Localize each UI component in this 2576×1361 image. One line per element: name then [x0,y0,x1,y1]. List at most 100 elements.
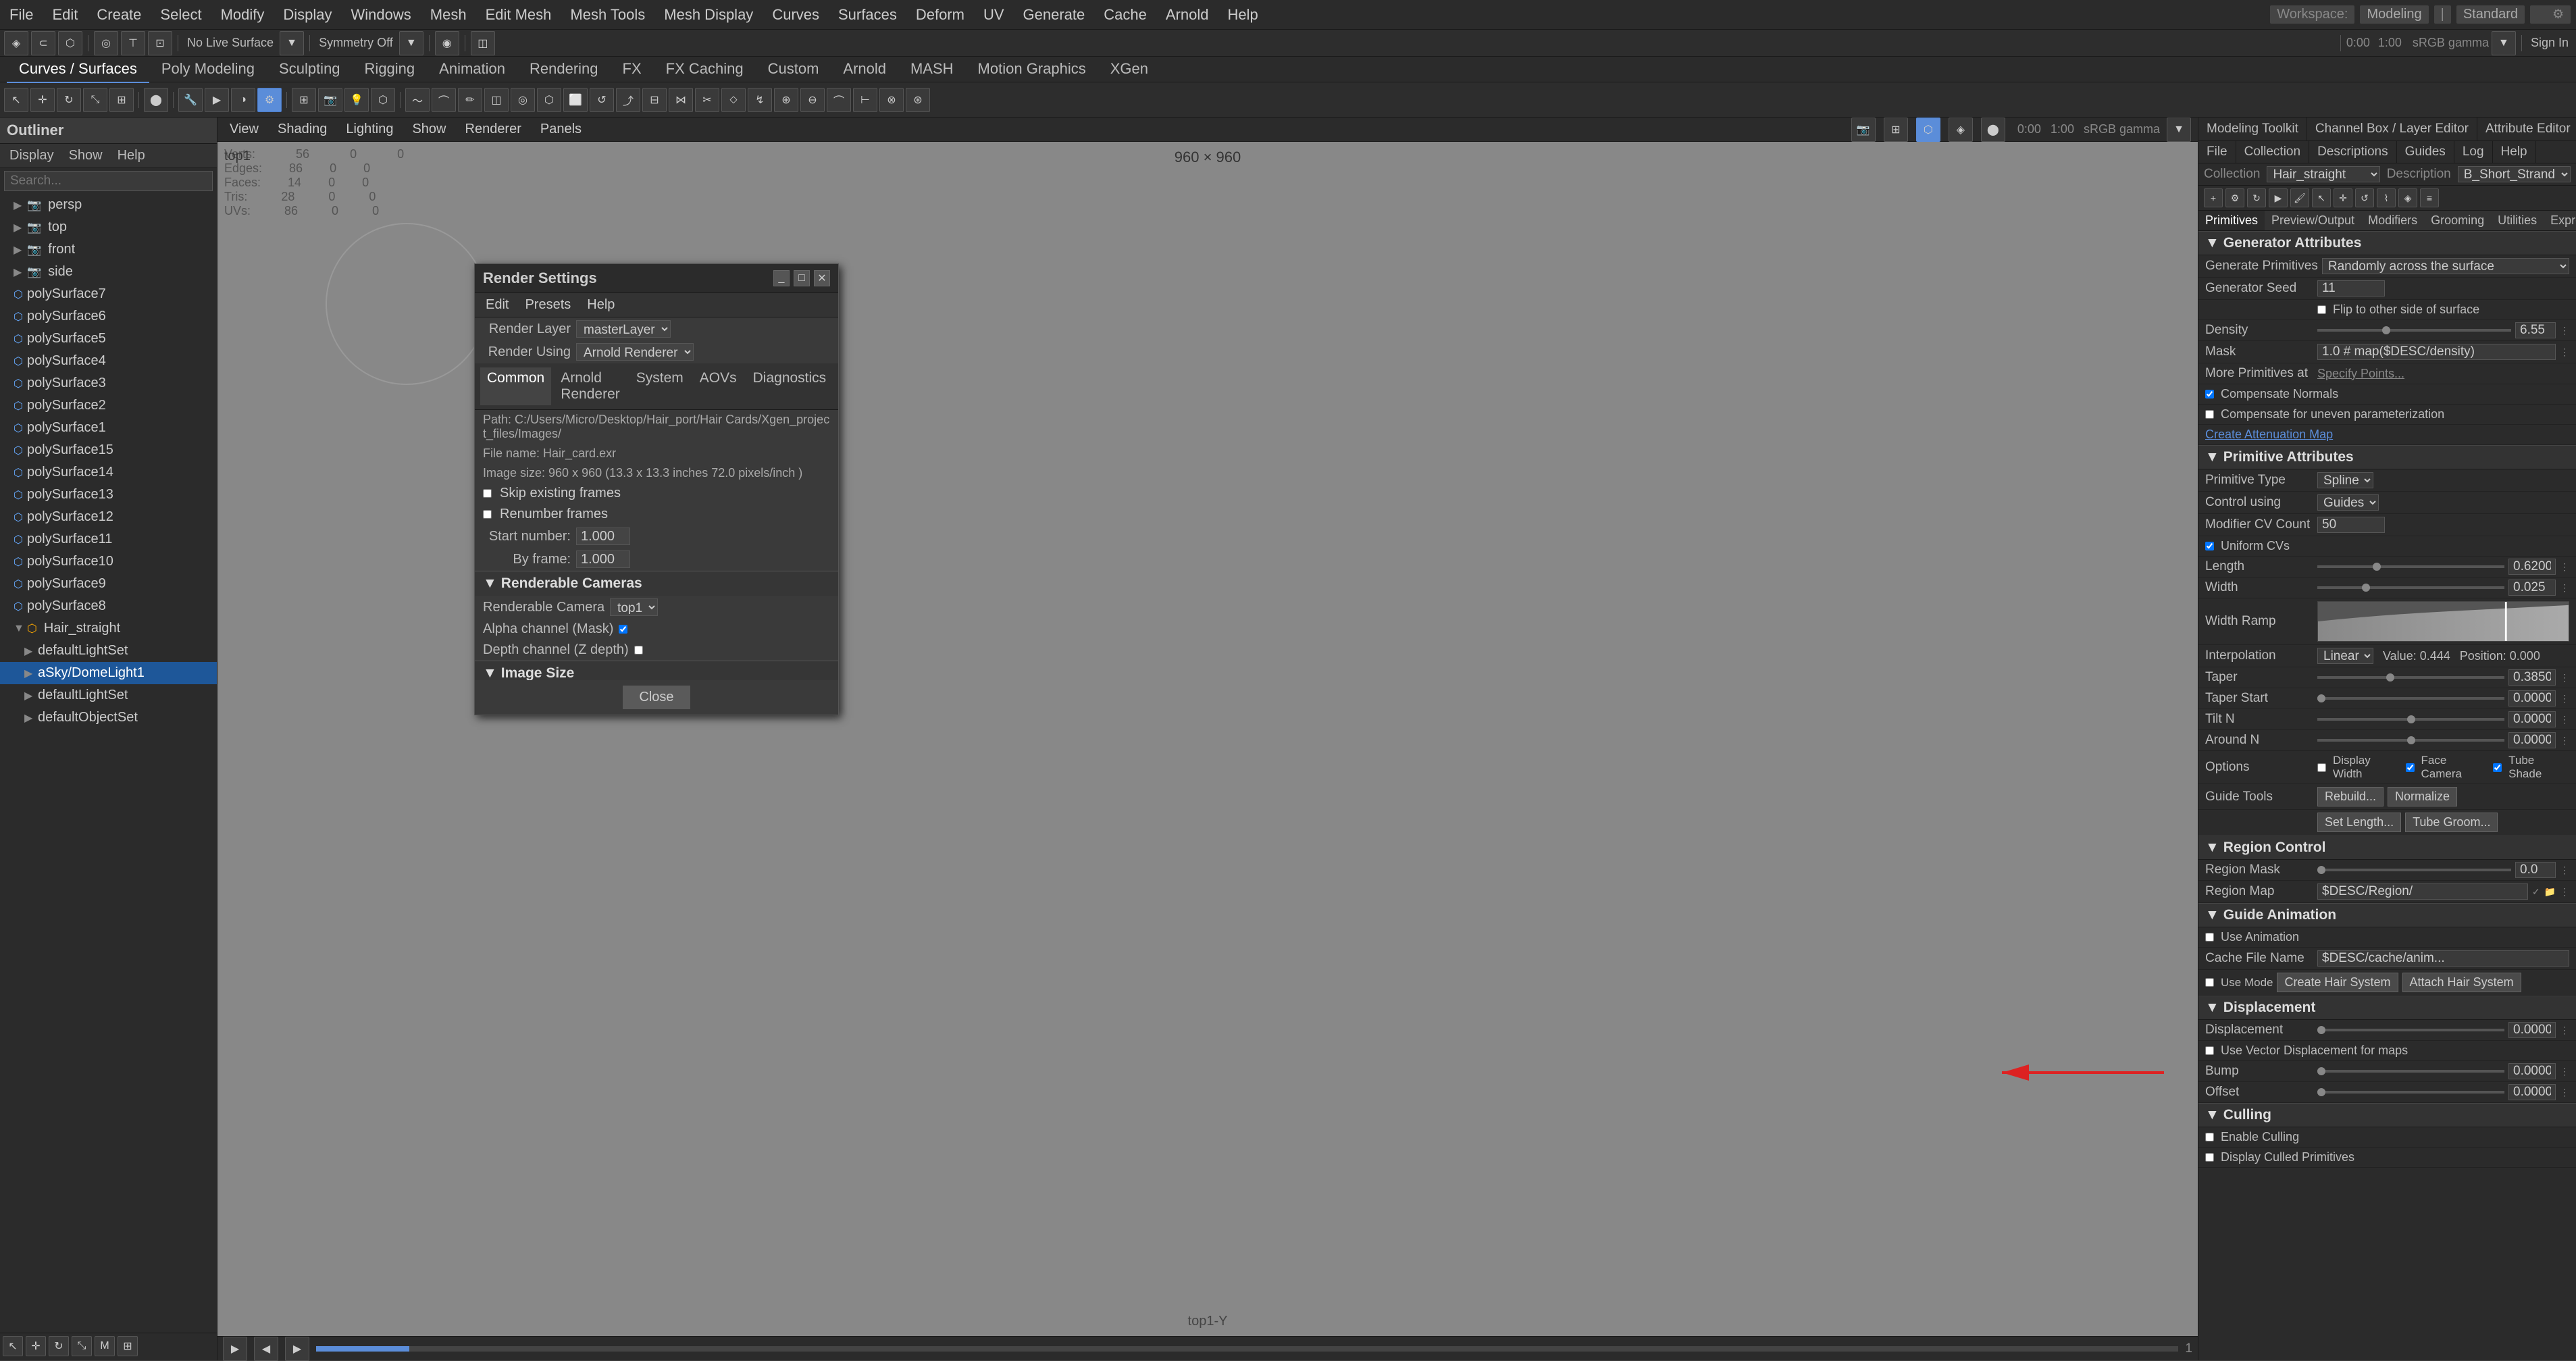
normalize-btn[interactable]: Normalize [2388,787,2457,806]
rp-tab-modeling[interactable]: Modeling Toolkit [2198,118,2307,140]
use-mode-checkbox[interactable] [2205,978,2214,987]
density-menu-icon[interactable]: ⋮ [2560,325,2569,336]
region-mask-slider[interactable] [2317,869,2511,871]
live-surface-btn[interactable]: ▼ [280,31,304,55]
xgen-tab-guides[interactable]: Guides [2397,141,2454,163]
tab-motion-graphics[interactable]: Motion Graphics [966,56,1098,83]
displacement-slider[interactable] [2317,1029,2504,1031]
bezier-icon[interactable]: ⌒ [432,88,456,112]
compensate-uneven-checkbox[interactable] [2205,410,2214,419]
prim-tab-modifiers[interactable]: Modifiers [2361,211,2424,230]
menu-deform[interactable]: Deform [912,5,969,25]
outliner-item-ps2[interactable]: ⬡polySurface2 [0,394,217,417]
workspace-value[interactable]: Modeling [2360,5,2428,24]
taper-input[interactable] [2508,669,2556,686]
outliner-icon6[interactable]: ⊞ [118,1336,138,1356]
outliner-item-side[interactable]: ▶📷side [0,261,217,283]
play-btn[interactable]: ▶ [223,1337,247,1361]
display-width-checkbox[interactable] [2317,763,2326,772]
region-map-icon1[interactable]: ✓ [2532,886,2540,898]
width-input[interactable] [2508,580,2556,596]
xform-constraint-btn[interactable]: ◫ [471,31,495,55]
more-primitives-link[interactable]: Specify Points... [2317,367,2404,381]
generator-attributes-section[interactable]: ▼ Generator Attributes [2198,231,2576,255]
light-icon[interactable]: 💡 [344,88,369,112]
detach-icon[interactable]: ⊖ [800,88,825,112]
vp-tab-panels[interactable]: Panels [534,119,588,140]
outliner-item-ps13[interactable]: ⬡polySurface13 [0,484,217,506]
set-length-btn[interactable]: Set Length... [2317,813,2401,832]
outliner-item-ps11[interactable]: ⬡polySurface11 [0,528,217,550]
menu-curves[interactable]: Curves [768,5,823,25]
width-ramp-canvas[interactable] [2317,601,2569,642]
outliner-item-front[interactable]: ▶📷front [0,238,217,261]
outliner-item-ps5[interactable]: ⬡polySurface5 [0,328,217,350]
tilt-n-menu-icon[interactable]: ⋮ [2560,714,2569,725]
xgen-refresh-icon[interactable]: ↻ [2247,188,2266,207]
offset-slider[interactable] [2317,1091,2504,1094]
mask-input[interactable] [2317,344,2556,360]
dlg-tab-common[interactable]: Common [480,367,551,405]
outliner-item-ps9[interactable]: ⬡polySurface9 [0,573,217,595]
select-icon[interactable]: ↖ [4,88,28,112]
outliner-icon3[interactable]: ↻ [49,1336,69,1356]
depth-channel-checkbox[interactable] [634,646,643,654]
tab-xgen[interactable]: XGen [1098,56,1160,83]
guide-animation-section[interactable]: ▼ Guide Animation [2198,903,2576,927]
outliner-item-top[interactable]: ▶📷top [0,216,217,238]
outliner-item-default-light-set[interactable]: ▶defaultLightSet [0,640,217,662]
alpha-channel-checkbox[interactable] [619,625,627,634]
tilt-n-input[interactable] [2508,711,2556,727]
vp-camera-icon[interactable]: 📷 [1851,118,1876,142]
create-atten-map-link[interactable]: Create Attenuation Map [2205,428,2333,442]
scale-icon[interactable]: ⤡ [83,88,107,112]
dialog-minimize-btn[interactable]: _ [773,270,790,286]
bump-slider[interactable] [2317,1070,2504,1073]
vp-tab-shading[interactable]: Shading [271,119,334,140]
menu-modify[interactable]: Modify [217,5,269,25]
render-layer-select[interactable]: masterLayer [576,320,671,338]
outliner-item-ps14[interactable]: ⬡polySurface14 [0,461,217,484]
xgen-render-icon[interactable]: ▶ [2269,188,2288,207]
use-vector-checkbox[interactable] [2205,1046,2214,1055]
paint-tool-btn[interactable]: ⬡ [58,31,82,55]
nurbs-plane-icon[interactable]: ◫ [484,88,509,112]
prim-tab-grooming[interactable]: Grooming [2424,211,2491,230]
display-culled-checkbox[interactable] [2205,1153,2214,1162]
menu-uv[interactable]: UV [979,5,1008,25]
by-frame-input[interactable] [576,550,630,568]
soft-sel-icon[interactable]: ⬤ [144,88,168,112]
length-menu-icon[interactable]: ⋮ [2560,561,2569,573]
rebuild-btn[interactable]: Rebuild... [2317,787,2384,806]
prim-tab-utilities[interactable]: Utilities [2491,211,2544,230]
layout-value[interactable]: Standard [2456,5,2525,24]
outliner-item-ps3[interactable]: ⬡polySurface3 [0,372,217,394]
description-select[interactable]: B_Short_Strand [2458,166,2571,182]
region-mask-input[interactable] [2515,862,2556,878]
tab-fx-caching[interactable]: FX Caching [654,56,756,83]
outliner-item-ps7[interactable]: ⬡polySurface7 [0,283,217,305]
renumber-frames-checkbox[interactable] [483,510,492,519]
interpolation-select[interactable]: Linear [2317,648,2373,664]
renderable-cameras-section[interactable]: ▼ Renderable Cameras [475,571,838,596]
density-input[interactable] [2515,322,2556,338]
vp-tab-view[interactable]: View [223,119,265,140]
rotate-icon[interactable]: ↻ [57,88,81,112]
density-slider[interactable] [2317,329,2511,332]
xgen-tab-file[interactable]: File [2198,141,2236,163]
bump-menu-icon[interactable]: ⋮ [2560,1066,2569,1077]
prim-tab-primitives[interactable]: Primitives [2198,211,2265,230]
render-icon[interactable]: ▶ [205,88,229,112]
face-camera-checkbox[interactable] [2406,763,2415,772]
width-slider[interactable] [2317,586,2504,589]
taper-start-slider[interactable] [2317,697,2504,700]
search-input[interactable] [4,171,213,191]
generator-seed-input[interactable] [2317,280,2385,297]
tab-curves-surfaces[interactable]: Curves / Surfaces [7,56,149,83]
loft-icon[interactable]: ⊟ [642,88,667,112]
offset-icon[interactable]: ⊢ [853,88,877,112]
menu-mesh-tools[interactable]: Mesh Tools [566,5,649,25]
project-icon[interactable]: ⬦ [721,88,746,112]
dialog-edit-menu[interactable]: Edit [482,296,513,314]
modifier-cv-count-input[interactable] [2317,517,2385,533]
